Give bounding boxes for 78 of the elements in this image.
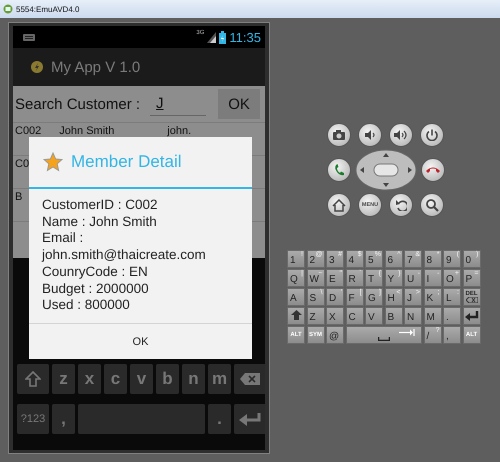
back-icon <box>395 199 407 211</box>
volume-up-icon <box>394 130 408 140</box>
tab-arrow-icon <box>399 329 415 336</box>
search-button[interactable] <box>420 193 444 217</box>
key[interactable]: X <box>326 307 344 324</box>
key[interactable]: b <box>156 364 179 394</box>
star-icon <box>43 152 63 172</box>
enter-icon <box>239 412 261 426</box>
list-cell: C002 <box>15 125 42 137</box>
call-button[interactable] <box>327 158 351 182</box>
app-icon <box>31 61 43 73</box>
key[interactable]: @ <box>326 326 344 344</box>
power-button[interactable] <box>420 123 444 147</box>
hangup-icon <box>426 167 440 173</box>
space-icon <box>378 336 390 341</box>
volume-up-button[interactable] <box>389 123 413 147</box>
camera-button[interactable] <box>327 123 351 147</box>
volume-down-icon <box>365 130 375 140</box>
detail-line: Email : john.smith@thaicreate.com <box>42 230 207 264</box>
clock-time: 11:35 <box>229 30 261 44</box>
shift-key[interactable] <box>17 364 49 394</box>
backspace-key[interactable] <box>234 364 265 394</box>
key[interactable]: B <box>384 307 402 324</box>
detail-line: Name : John Smith <box>42 214 158 230</box>
back-button[interactable] <box>389 193 413 217</box>
hangup-button[interactable] <box>421 158 445 182</box>
key[interactable]: Z <box>306 307 324 324</box>
key[interactable]: , <box>52 404 75 434</box>
key[interactable]: V <box>365 307 383 324</box>
key[interactable]: c <box>104 364 127 394</box>
list-cell: C0 <box>15 158 30 170</box>
keyboard-icon <box>23 34 35 40</box>
app-title: My App V 1.0 <box>51 58 140 76</box>
key[interactable]: C <box>346 307 364 324</box>
enter-key[interactable] <box>234 404 265 434</box>
detail-line: Budget : 2000000 <box>42 280 150 298</box>
signal-icon <box>207 32 216 42</box>
key[interactable]: . <box>443 307 461 324</box>
shift-icon <box>290 310 302 322</box>
detail-line: CustomerID : C002 <box>42 197 159 214</box>
key[interactable]: ?123 <box>17 404 49 434</box>
space-key[interactable] <box>346 326 422 344</box>
enter-icon <box>464 310 478 321</box>
enter-key[interactable] <box>462 307 480 324</box>
key[interactable]: N <box>404 307 422 324</box>
detail-line: CounryCode : EN <box>42 264 149 281</box>
dpad-control[interactable] <box>355 149 417 191</box>
ok-button[interactable]: OK <box>218 89 260 119</box>
power-icon <box>426 129 438 141</box>
search-label: Search Customer : <box>15 96 140 112</box>
key[interactable]: x <box>78 364 101 394</box>
key[interactable]: m <box>208 364 231 394</box>
key[interactable]: z <box>52 364 75 394</box>
list-cell-text: John Smith <box>59 125 116 137</box>
list-cell: john. <box>167 125 192 137</box>
key[interactable]: M <box>424 307 442 324</box>
call-icon <box>334 164 344 176</box>
list-cell: B <box>15 191 22 203</box>
battery-icon <box>219 30 226 44</box>
camera-icon <box>333 130 345 140</box>
search-field[interactable]: J <box>150 92 206 116</box>
home-button[interactable] <box>327 193 351 217</box>
shift-icon <box>25 371 41 387</box>
app-icon <box>3 4 13 14</box>
dialog-title: Member Detail <box>71 152 182 172</box>
key[interactable]: v <box>130 364 153 394</box>
shift-key[interactable] <box>287 307 305 324</box>
key[interactable]: . <box>208 404 231 434</box>
home-icon <box>332 198 346 212</box>
search-icon <box>426 198 438 212</box>
window-title: 5554:EmuAVD4.0 <box>16 4 80 14</box>
detail-line: Used : 800000 <box>42 297 131 314</box>
key[interactable]: A <box>287 288 305 306</box>
key[interactable]: n <box>182 364 205 394</box>
key[interactable]: , <box>443 326 461 344</box>
volume-down-button[interactable] <box>358 123 382 147</box>
backspace-icon <box>240 373 260 385</box>
backspace-icon <box>466 296 478 303</box>
